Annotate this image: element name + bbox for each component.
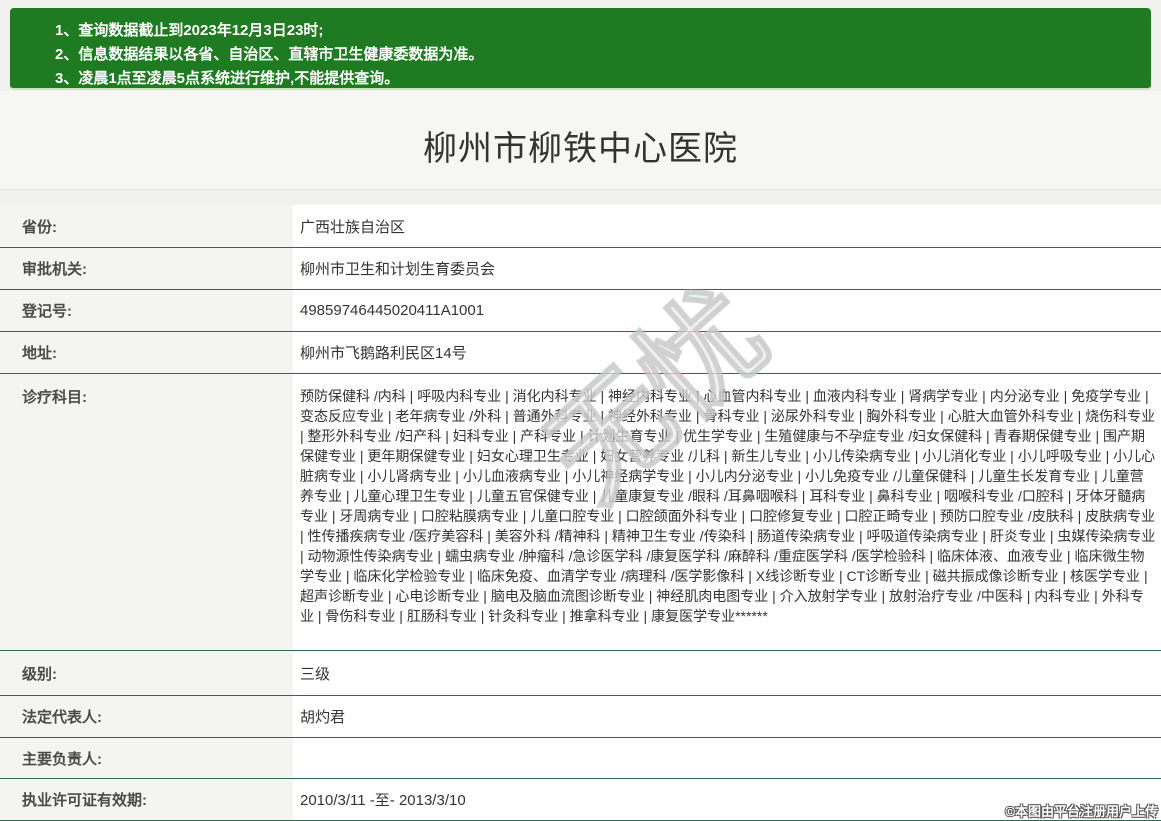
row-value: 49859746445020411A1001 (293, 290, 1161, 331)
hospital-info-table: 省份: 广西壮族自治区 审批机关: 柳州市卫生和计划生育委员会 登记号: 498… (0, 205, 1161, 821)
table-row-registration-number: 登记号: 49859746445020411A1001 (0, 290, 1161, 332)
row-label: 地址: (0, 332, 293, 373)
row-label: 主要负责人: (0, 738, 293, 778)
page-title: 柳州市柳铁中心医院 (0, 121, 1161, 170)
row-value (293, 738, 1161, 778)
row-value: 柳州市卫生和计划生育委员会 (293, 248, 1161, 289)
title-band: 柳州市柳铁中心医院 (0, 91, 1161, 190)
table-row-license-validity: 执业许可证有效期: 2010/3/11 -至- 2013/3/10 (0, 779, 1161, 821)
table-row-main-person-in-charge: 主要负责人: (0, 738, 1161, 779)
table-row-province: 省份: 广西壮族自治区 (0, 205, 1161, 248)
table-row-address: 地址: 柳州市飞鹅路利民区14号 (0, 332, 1161, 374)
row-label: 执业许可证有效期: (0, 779, 293, 820)
row-value: 广西壮族自治区 (293, 205, 1161, 247)
row-label: 级别: (0, 651, 293, 695)
table-row-legal-representative: 法定代表人: 胡灼君 (0, 696, 1161, 738)
table-row-level: 级别: 三级 (0, 651, 1161, 696)
row-value: 2010/3/11 -至- 2013/3/10 (293, 779, 1161, 820)
row-value: 三级 (293, 651, 1161, 695)
notice-line-2: 2、信息数据结果以各省、自治区、直辖市卫生健康委数据为准。 (55, 43, 1131, 67)
row-value: 柳州市飞鹅路利民区14号 (293, 332, 1161, 373)
row-value: 胡灼君 (293, 696, 1161, 737)
notice-banner: 1、查询数据截止到2023年12月3日23时; 2、信息数据结果以各省、自治区、… (10, 8, 1151, 90)
table-row-approval-authority: 审批机关: 柳州市卫生和计划生育委员会 (0, 248, 1161, 290)
row-value: 预防保健科 /内科 | 呼吸内科专业 | 消化内科专业 | 神经内科专业 | 心… (293, 374, 1161, 650)
notice-line-3: 3、凌晨1点至凌晨5点系统进行维护,不能提供查询。 (55, 67, 1131, 91)
notice-line-1: 1、查询数据截止到2023年12月3日23时; (55, 19, 1131, 43)
row-label: 省份: (0, 205, 293, 247)
row-label: 法定代表人: (0, 696, 293, 737)
row-label: 登记号: (0, 290, 293, 331)
table-row-medical-departments: 诊疗科目: 预防保健科 /内科 | 呼吸内科专业 | 消化内科专业 | 神经内科… (0, 374, 1161, 651)
row-label: 诊疗科目: (0, 374, 293, 650)
row-label: 审批机关: (0, 248, 293, 289)
